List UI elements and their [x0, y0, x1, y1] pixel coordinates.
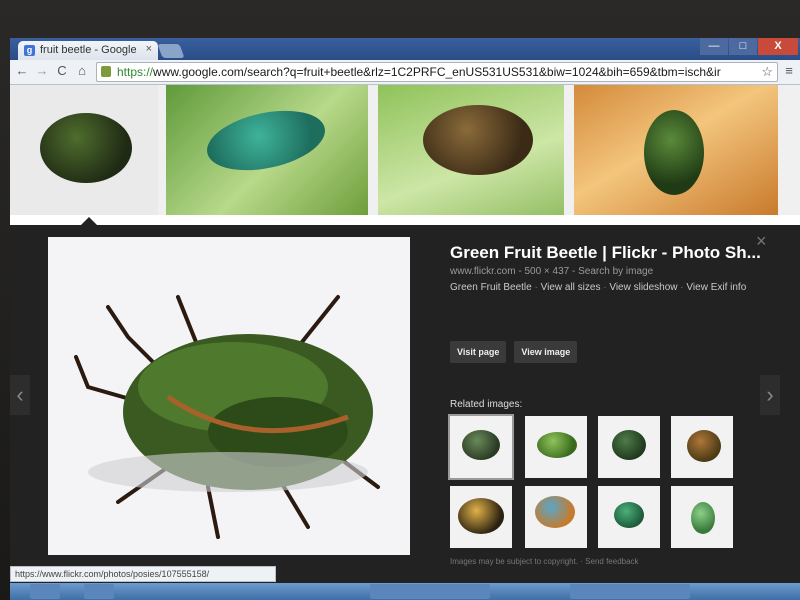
beetle-image — [691, 502, 715, 534]
beetle-image — [614, 502, 644, 528]
ie-taskbar-icon[interactable] — [30, 584, 60, 599]
address-url[interactable]: https://www.google.com/search?q=fruit+be… — [117, 63, 747, 81]
window-titlebar: g fruit beetle - Google × — □ X — [10, 38, 800, 60]
minimize-button[interactable]: — — [700, 38, 728, 55]
back-button[interactable]: ← — [14, 63, 30, 79]
related-image[interactable] — [598, 486, 660, 548]
forward-button[interactable]: → — [34, 63, 50, 79]
reload-button[interactable]: C — [54, 63, 70, 79]
preview-title[interactable]: Green Fruit Beetle | Flickr - Photo Sh..… — [450, 243, 760, 263]
beetle-image — [535, 496, 575, 528]
related-image[interactable] — [448, 414, 514, 480]
chrome-menu-icon[interactable]: ≡ — [782, 63, 796, 78]
browser-toolbar: ← → C ⌂ https://www.google.com/search?q=… — [10, 60, 800, 85]
related-image[interactable] — [671, 486, 733, 548]
image-results-row — [10, 85, 800, 215]
result-thumbnail[interactable] — [574, 85, 778, 215]
tab-title: fruit beetle - Google — [40, 44, 136, 56]
home-button[interactable]: ⌂ — [74, 63, 90, 79]
green-fruit-beetle-image — [74, 295, 380, 539]
beetle-image — [458, 498, 504, 534]
close-window-button[interactable]: X — [758, 38, 798, 55]
address-bar[interactable]: https://www.google.com/search?q=fruit+be… — [96, 62, 778, 82]
related-image[interactable] — [598, 416, 660, 478]
view-image-button[interactable]: View image — [514, 341, 578, 363]
preview-buttons: Visit page View image — [450, 341, 585, 363]
preview-meta: www.flickr.com - 500 × 437 - Search by i… — [450, 266, 654, 277]
preview-links: Green Fruit Beetle · View all sizes · Vi… — [450, 282, 760, 293]
status-url: https://www.flickr.com/photos/posies/107… — [10, 566, 276, 582]
link-green-fruit-beetle[interactable]: Green Fruit Beetle — [450, 282, 532, 293]
link-view-slideshow[interactable]: View slideshow — [609, 282, 677, 293]
tab-fruit-beetle[interactable]: g fruit beetle - Google × — [18, 41, 158, 60]
copyright-disclaimer: Images may be subject to copyright. · Se… — [450, 557, 639, 566]
image-preview-panel: ‹ › × Green Fruit Beetle | Flickr - Phot… — [10, 225, 800, 600]
large-preview-image[interactable] — [48, 237, 410, 555]
related-image[interactable] — [671, 416, 733, 478]
beetle-image — [612, 430, 646, 460]
result-thumbnail[interactable] — [166, 85, 368, 215]
bookmark-star-icon[interactable]: ☆ — [761, 63, 773, 81]
next-image-button[interactable]: › — [760, 375, 780, 415]
url-scheme: https:// — [117, 65, 154, 79]
tab-close-icon[interactable]: × — [146, 43, 152, 55]
beetle-image — [644, 110, 704, 195]
separator: · — [531, 282, 541, 293]
preview-info: Green Fruit Beetle | Flickr - Photo Sh..… — [450, 243, 760, 293]
related-image[interactable] — [450, 486, 512, 548]
result-thumbnail[interactable] — [10, 85, 158, 215]
beetle-image — [423, 105, 533, 175]
beetle-image — [40, 113, 132, 183]
link-view-exif-info[interactable]: View Exif info — [686, 282, 746, 293]
beetle-image — [537, 432, 577, 458]
beetle-image — [687, 430, 721, 462]
new-tab-button[interactable] — [157, 44, 185, 58]
previous-image-button[interactable]: ‹ — [10, 375, 30, 415]
explorer-taskbar-icon[interactable] — [84, 584, 114, 599]
image-results-page: ‹ › × Green Fruit Beetle | Flickr - Phot… — [10, 85, 800, 600]
lock-icon — [101, 66, 111, 77]
related-image[interactable] — [525, 416, 587, 478]
beetle-image — [201, 101, 331, 180]
link-view-all-sizes[interactable]: View all sizes — [541, 282, 601, 293]
google-favicon-icon: g — [24, 45, 35, 56]
beetle-image — [462, 430, 500, 460]
related-images-label: Related images: — [450, 399, 523, 410]
screen: g fruit beetle - Google × — □ X ← → C ⌂ … — [10, 38, 800, 600]
separator: · — [600, 282, 610, 293]
visit-page-button[interactable]: Visit page — [450, 341, 507, 363]
related-image[interactable] — [525, 486, 587, 548]
result-thumbnail[interactable] — [378, 85, 564, 215]
url-path: www.google.com/search?q=fruit+beetle&rlz… — [153, 65, 721, 79]
maximize-button[interactable]: □ — [729, 38, 757, 55]
taskbar-item[interactable] — [370, 584, 490, 599]
taskbar — [10, 583, 800, 600]
taskbar-item[interactable] — [570, 584, 690, 599]
